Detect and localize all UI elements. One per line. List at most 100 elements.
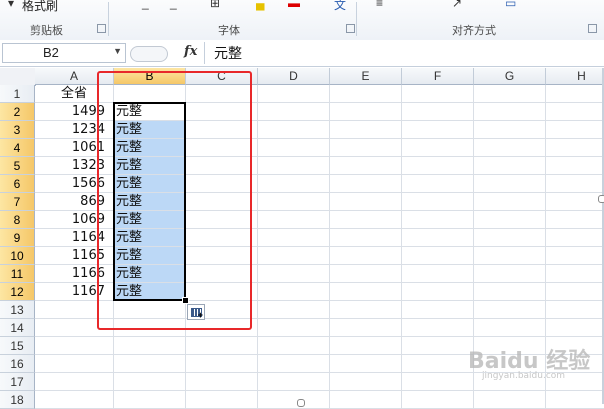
cell-b10[interactable]: 元整 [114,247,186,265]
cell-b16[interactable] [114,355,186,373]
scroll-split-handle[interactable] [598,195,604,203]
strikethrough-icon[interactable]: _ [170,0,177,10]
cell-f3[interactable] [402,121,474,139]
cell-d4[interactable] [258,139,330,157]
cell-b15[interactable] [114,337,186,355]
cell-h8[interactable] [546,211,604,229]
cell-c12[interactable] [186,283,258,301]
cell-d5[interactable] [258,157,330,175]
cell-f12[interactable] [402,283,474,301]
name-box[interactable]: B2 ▼ [2,43,126,63]
row-header-17[interactable]: 17 [0,373,35,391]
cell-h1[interactable] [546,85,604,103]
row-header-9[interactable]: 9 [0,229,35,247]
cell-d16[interactable] [258,355,330,373]
cell-d6[interactable] [258,175,330,193]
cell-f2[interactable] [402,103,474,121]
align-top-icon[interactable]: ≡ [376,0,383,10]
cell-e8[interactable] [330,211,402,229]
cell-h2[interactable] [546,103,604,121]
cell-h3[interactable] [546,121,604,139]
cell-a13[interactable] [35,301,114,319]
cell-b2[interactable]: 元整 [114,103,186,121]
cell-e6[interactable] [330,175,402,193]
cell-e10[interactable] [330,247,402,265]
insert-function-icon[interactable]: fx [184,44,197,59]
autofill-options-icon[interactable]: + [187,304,205,320]
font-color-icon[interactable]: ▬ [288,0,300,10]
cell-f14[interactable] [402,319,474,337]
cell-b7[interactable]: 元整 [114,193,186,211]
cell-d9[interactable] [258,229,330,247]
cell-g5[interactable] [474,157,546,175]
row-header-7[interactable]: 7 [0,193,35,211]
cell-h18[interactable] [546,391,604,409]
cell-d14[interactable] [258,319,330,337]
cell-h5[interactable] [546,157,604,175]
formula-input[interactable]: 元整 [214,43,242,63]
cell-c8[interactable] [186,211,258,229]
cell-h9[interactable] [546,229,604,247]
cell-e3[interactable] [330,121,402,139]
font-launcher-icon[interactable] [346,24,355,33]
cell-h14[interactable] [546,319,604,337]
cell-d3[interactable] [258,121,330,139]
cell-b4[interactable]: 元整 [114,139,186,157]
cell-f8[interactable] [402,211,474,229]
wrap-text-icon[interactable]: ▭ [505,0,516,10]
cell-g8[interactable] [474,211,546,229]
cell-a12[interactable]: 1167 [35,283,114,301]
cell-g9[interactable] [474,229,546,247]
cell-a18[interactable] [35,391,114,409]
cell-f9[interactable] [402,229,474,247]
cell-d8[interactable] [258,211,330,229]
cell-g18[interactable] [474,391,546,409]
cell-e14[interactable] [330,319,402,337]
border-icon[interactable]: ⊞ [210,0,220,10]
cell-e2[interactable] [330,103,402,121]
cell-a9[interactable]: 1164 [35,229,114,247]
row-header-1[interactable]: 1 [0,85,35,103]
cell-e9[interactable] [330,229,402,247]
cell-e16[interactable] [330,355,402,373]
cell-d10[interactable] [258,247,330,265]
cell-h10[interactable] [546,247,604,265]
cell-c6[interactable] [186,175,258,193]
select-all-corner[interactable] [0,68,36,86]
cell-a16[interactable] [35,355,114,373]
column-header-e[interactable]: E [330,68,402,85]
cell-h7[interactable] [546,193,604,211]
row-header-2[interactable]: 2 [0,103,35,121]
column-header-c[interactable]: C [186,68,258,85]
row-header-3[interactable]: 3 [0,121,35,139]
cell-c9[interactable] [186,229,258,247]
cell-e5[interactable] [330,157,402,175]
cell-b9[interactable]: 元整 [114,229,186,247]
cell-b14[interactable] [114,319,186,337]
cell-a4[interactable]: 1061 [35,139,114,157]
cell-f5[interactable] [402,157,474,175]
cell-a8[interactable]: 1069 [35,211,114,229]
cell-f11[interactable] [402,265,474,283]
cell-d15[interactable] [258,337,330,355]
cell-e13[interactable] [330,301,402,319]
cell-f16[interactable] [402,355,474,373]
cell-f13[interactable] [402,301,474,319]
cell-a11[interactable]: 1166 [35,265,114,283]
cell-b17[interactable] [114,373,186,391]
cell-f18[interactable] [402,391,474,409]
cell-a1[interactable]: 全省 [35,85,114,103]
cell-a7[interactable]: 869 [35,193,114,211]
cell-a17[interactable] [35,373,114,391]
format-painter-button[interactable]: 格式刷 [22,0,58,14]
cell-g11[interactable] [474,265,546,283]
row-header-5[interactable]: 5 [0,157,35,175]
cell-c18[interactable] [186,391,258,409]
cell-a2[interactable]: 1499 [35,103,114,121]
cell-g7[interactable] [474,193,546,211]
cell-b1[interactable] [114,85,186,103]
cell-e11[interactable] [330,265,402,283]
cell-f4[interactable] [402,139,474,157]
cell-e18[interactable] [330,391,402,409]
cell-d1[interactable] [258,85,330,103]
